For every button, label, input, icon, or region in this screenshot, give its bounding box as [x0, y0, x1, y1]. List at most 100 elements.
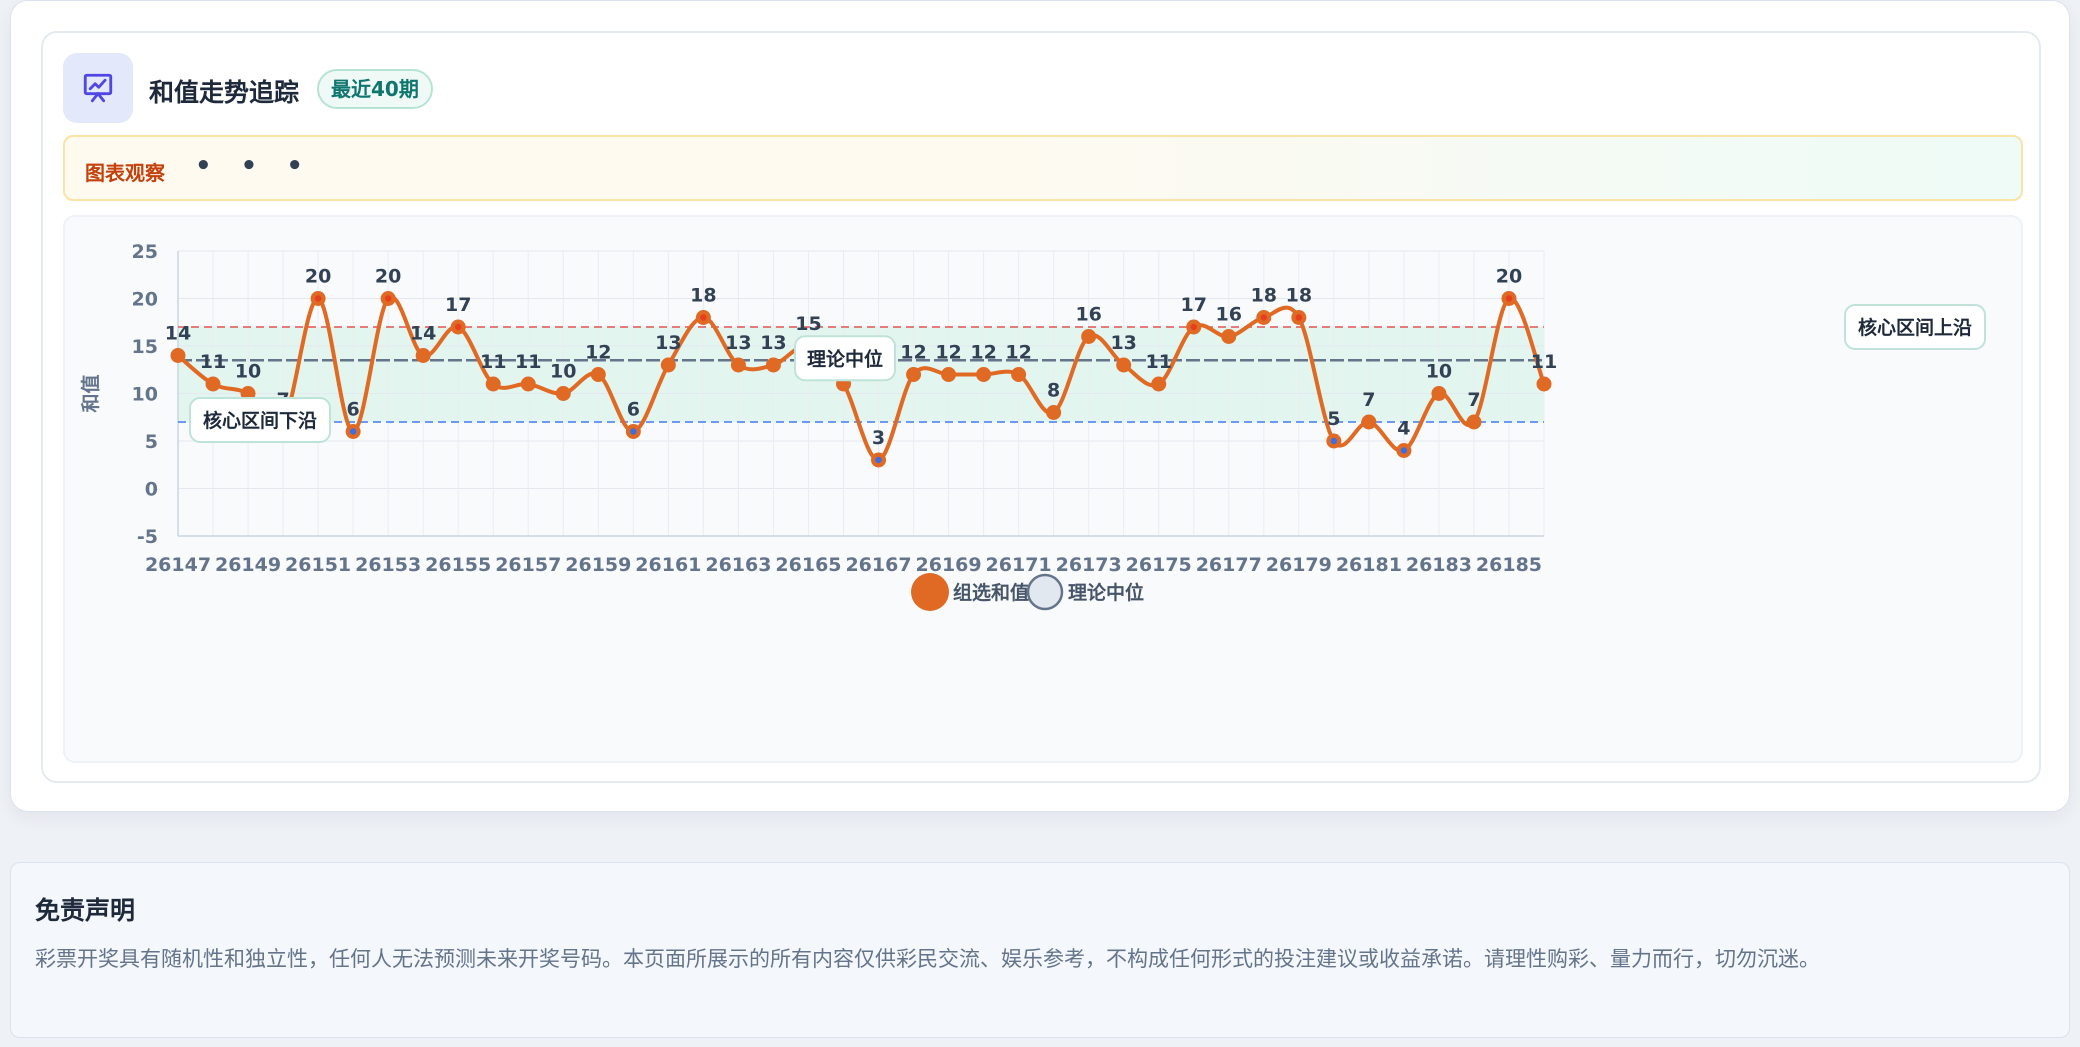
data-point: [555, 386, 571, 401]
core-upper-annotation: 核心区间上沿: [1844, 304, 1986, 350]
data-label: 18: [1286, 285, 1312, 307]
x-tick-label: 26175: [1126, 554, 1192, 576]
y-tick-label: -5: [137, 526, 158, 548]
data-point: [205, 376, 221, 392]
legend-series-label: 组选和值: [953, 581, 1029, 604]
data-point: [415, 348, 431, 363]
x-tick-label: 26157: [495, 554, 561, 576]
data-point: [590, 367, 606, 382]
x-tick-label: 26177: [1196, 554, 1262, 576]
data-label: 11: [1145, 351, 1171, 373]
data-label: 4: [1397, 418, 1410, 440]
data-label: 12: [935, 342, 961, 364]
data-label: 11: [480, 351, 506, 373]
data-label: 5: [1327, 408, 1340, 430]
trend-card: 和值走势追踪 最近40期 图表观察 • • • 25 20 15 10 5 0 -5 和值 26…: [10, 0, 2070, 812]
chart-panel: 25 20 15 10 5 0 -5 和值 26147 26149 26151 26153 26155 2…: [63, 215, 2023, 763]
disclaimer-section: 免责声明 彩票开奖具有随机性和独立性，任何人无法预测未来开奖号码。本页面所展示的…: [10, 862, 2070, 1038]
data-label: 20: [305, 266, 331, 288]
x-tick-label: 26171: [986, 554, 1052, 576]
data-point-marker: [1260, 314, 1267, 321]
card-title: 和值走势追踪: [149, 78, 300, 107]
more-dots-icon[interactable]: • • •: [195, 151, 313, 181]
x-tick-label: 26173: [1056, 554, 1122, 576]
period-badge: 最近40期: [317, 69, 433, 109]
data-label: 11: [515, 351, 541, 373]
y-tick-label: 15: [132, 336, 158, 358]
y-tick-label: 0: [145, 479, 158, 501]
sum-trend-chart: 2520151050-5和值26147 26149 26151 26153 26155 2…: [79, 241, 1986, 611]
y-tick-label: 10: [132, 384, 158, 406]
data-point: [941, 367, 957, 382]
data-label: 6: [347, 399, 360, 421]
x-tick-label: 26161: [635, 554, 701, 576]
data-label: 17: [1181, 294, 1207, 316]
data-point-marker: [1190, 323, 1197, 331]
data-point: [1536, 376, 1552, 392]
x-tick-label: 26149: [215, 554, 281, 576]
data-label: 10: [235, 361, 261, 383]
data-label: 13: [1110, 332, 1136, 354]
data-label: 8: [1047, 380, 1060, 402]
legend-series-swatch: [911, 573, 949, 611]
data-label: 11: [200, 351, 226, 373]
data-point: [1116, 357, 1132, 373]
core-lower-annotation-text: 核心区间下沿: [203, 409, 317, 432]
data-label: 12: [585, 342, 611, 364]
x-tick-label: 26153: [355, 554, 421, 576]
legend-median-label: 理论中位: [1068, 581, 1144, 604]
data-label: 6: [627, 399, 640, 421]
data-point-marker: [1295, 314, 1303, 321]
data-label: 3: [872, 427, 885, 449]
data-label: 18: [1251, 285, 1277, 307]
data-point: [1011, 367, 1027, 382]
x-tick-label: 26167: [845, 554, 911, 576]
x-tick-label: 26159: [565, 554, 631, 576]
disclaimer-text: 彩票开奖具有随机性和独立性，任何人无法预测未来开奖号码。本页面所展示的所有内容仅…: [35, 947, 1820, 971]
data-point: [730, 357, 746, 373]
data-point: [485, 376, 501, 392]
data-label: 16: [1216, 304, 1242, 326]
x-tick-label: 26155: [425, 554, 491, 576]
data-point: [520, 376, 536, 392]
x-tick-label: 26183: [1406, 554, 1472, 576]
core-upper-annotation-text: 核心区间上沿: [1858, 316, 1972, 339]
data-label: 7: [1362, 389, 1375, 411]
observation-label: 图表观察: [85, 161, 165, 185]
data-point-marker: [349, 428, 357, 435]
median-annotation: 理论中位: [794, 335, 896, 382]
x-tick-label: 26163: [705, 554, 771, 576]
data-point-marker: [700, 314, 707, 321]
y-axis-title: 和值: [79, 374, 102, 412]
core-lower-annotation: 核心区间下沿: [189, 397, 331, 443]
legend-median-swatch: [1026, 573, 1064, 611]
presentation-chart-icon: [63, 53, 133, 123]
data-point: [1361, 414, 1377, 430]
data-point-marker: [875, 456, 882, 464]
data-point: [976, 367, 992, 382]
data-label: 13: [760, 332, 786, 354]
y-tick-label: 5: [145, 431, 158, 453]
data-point: [1081, 329, 1097, 344]
chart-card: 和值走势追踪 最近40期 图表观察 • • • 25 20 15 10 5 0 -5 和值 26…: [41, 31, 2041, 783]
x-tick-label: 26147: [145, 554, 211, 576]
data-label: 16: [1075, 304, 1101, 326]
data-point: [1431, 386, 1447, 401]
data-point-marker: [455, 323, 462, 331]
x-tick-label: 26179: [1266, 554, 1332, 576]
data-label: 11: [1531, 351, 1557, 373]
chart-observation-bar[interactable]: 图表观察 • • •: [63, 135, 2023, 201]
median-annotation-text: 理论中位: [807, 347, 883, 370]
data-label: 18: [690, 285, 716, 307]
data-point-marker: [1330, 437, 1338, 445]
data-point-marker: [314, 295, 322, 302]
data-label: 13: [725, 332, 751, 354]
y-tick-label: 25: [132, 241, 158, 263]
data-label: 14: [165, 323, 191, 345]
data-label: 15: [795, 313, 821, 335]
data-label: 12: [1005, 342, 1031, 364]
data-label: 13: [655, 332, 681, 354]
data-label: 10: [550, 361, 576, 383]
data-point: [1151, 376, 1167, 392]
disclaimer-title: 免责声明: [35, 896, 136, 925]
